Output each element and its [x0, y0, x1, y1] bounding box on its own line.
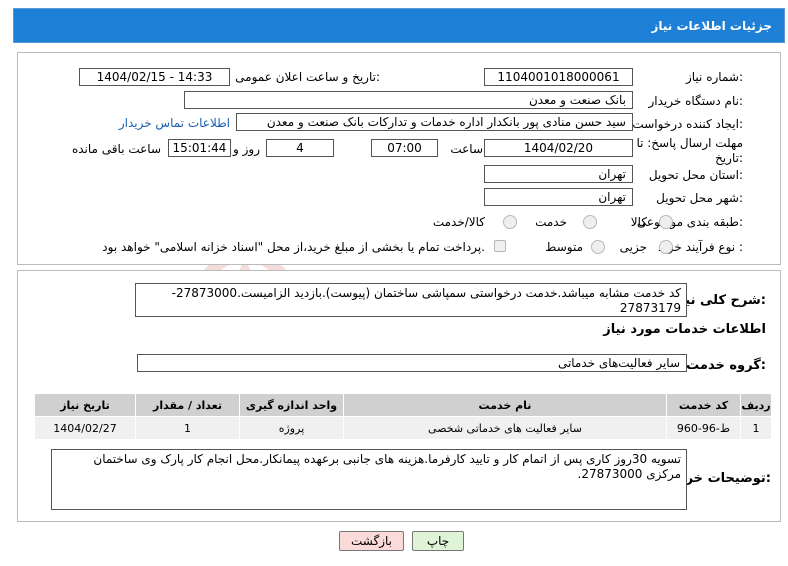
deadline-label: مهلت ارسال پاسخ: تا [636, 136, 743, 150]
category-option-goods: کالا [630, 215, 647, 229]
need-details-page: AriaTender .net جزئیات اطلاعات نیاز شمار… [0, 0, 788, 566]
cell-need-date: 1404/02/27 [34, 416, 136, 440]
col-service-name: نام خدمت [343, 393, 667, 417]
service-group-label: گروه خدمت: [686, 358, 766, 373]
process-radio-minor[interactable] [659, 240, 673, 254]
cell-service-name: سایر فعالیت های خدماتی شخصی [343, 416, 667, 440]
summary-textarea[interactable]: کد خدمت مشابه میباشد.خدمت درخواستی سمپاش… [135, 283, 687, 317]
buyer-org-label: نام دستگاه خریدار: [648, 94, 744, 108]
province-label: استان محل تحویل: [648, 168, 743, 182]
buyer-notes-textarea[interactable]: تسویه 30روز کاری پس از اتمام کار و تایید… [51, 449, 687, 510]
title-bar: جزئیات اطلاعات نیاز [13, 8, 785, 43]
remaining-time-field: 15:01:44 [168, 139, 231, 157]
services-table-header: ردیف کد خدمت نام خدمت واحد اندازه گیری ت… [34, 393, 772, 417]
requester-field: سید حسن منادی پور بانکدار اداره خدمات و … [236, 113, 633, 131]
remaining-time-label: ساعت باقی مانده [71, 142, 161, 156]
page-title: جزئیات اطلاعات نیاز [651, 19, 772, 33]
process-option-minor: جزیی [619, 240, 647, 254]
buyer-contact-link[interactable]: اطلاعات تماس خریدار [119, 116, 230, 130]
service-group-field: سایر فعالیت‌های خدماتی [137, 354, 687, 372]
category-radio-goods-service[interactable] [503, 215, 517, 229]
back-button[interactable]: بازگشت [339, 531, 404, 551]
city-label: شهر محل تحویل: [656, 191, 743, 205]
category-option-service: خدمت [535, 215, 567, 229]
need-number-label: شماره نیاز: [685, 70, 743, 84]
cell-quantity: 1 [135, 416, 240, 440]
buyer-org-field: بانک صنعت و معدن [184, 91, 633, 109]
col-quantity: تعداد / مقدار [135, 393, 240, 417]
need-number-field: 1104001018000061 [484, 68, 633, 86]
province-field: تهران [484, 165, 633, 183]
announce-datetime-field: 1404/02/15 - 14:33 [79, 68, 230, 86]
category-option-goods-service: کالا/خدمت [432, 215, 485, 229]
col-unit: واحد اندازه گیری [239, 393, 344, 417]
remaining-days-field: 4 [266, 139, 334, 157]
deadline-date-field: 1404/02/20 [484, 139, 633, 157]
city-field: تهران [484, 188, 633, 206]
treasury-payment-note: پرداخت تمام یا بخشی از مبلغ خرید،از محل … [102, 240, 485, 254]
table-row: 1 ط-96-960 سایر فعالیت های خدماتی شخصی پ… [34, 416, 772, 440]
category-radio-goods[interactable] [659, 215, 673, 229]
treasury-bond-checkbox[interactable] [494, 240, 506, 252]
print-button[interactable]: چاپ [412, 531, 464, 551]
cell-unit: پروژه [239, 416, 344, 440]
deadline-time-label: ساعت [450, 142, 483, 156]
col-service-code: کد خدمت [666, 393, 741, 417]
cell-row-number: 1 [740, 416, 772, 440]
category-label: طبقه بندی موضوعی: [636, 215, 743, 229]
process-option-medium: متوسط [545, 240, 583, 254]
col-need-date: تاریخ نیاز [34, 393, 136, 417]
deadline-label-line2: تاریخ: [715, 151, 743, 165]
category-radio-service[interactable] [583, 215, 597, 229]
cell-service-code: ط-96-960 [666, 416, 741, 440]
announce-datetime-label: تاریخ و ساعت اعلان عمومی: [235, 70, 380, 84]
process-radio-medium[interactable] [591, 240, 605, 254]
services-heading: اطلاعات خدمات مورد نیاز [603, 322, 766, 337]
services-table: ردیف کد خدمت نام خدمت واحد اندازه گیری ت… [34, 393, 772, 440]
requester-label: ایجاد کننده درخواست: [632, 117, 743, 131]
deadline-time-field: 07:00 [371, 139, 438, 157]
col-row-number: ردیف [740, 393, 772, 417]
days-label: روز و [233, 142, 260, 156]
